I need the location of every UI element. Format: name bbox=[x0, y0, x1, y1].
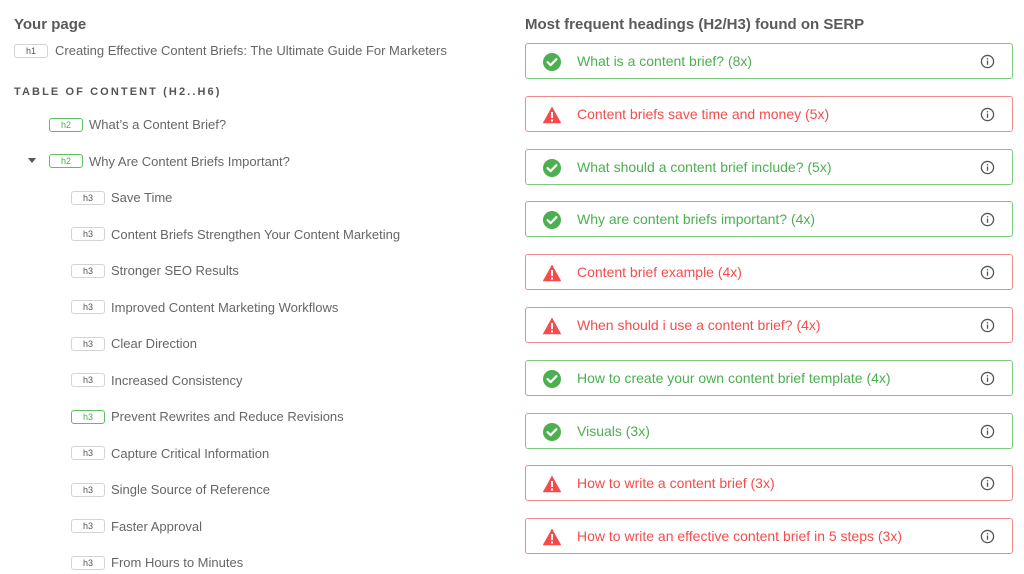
info-circle-icon[interactable] bbox=[980, 107, 995, 122]
info-circle-icon[interactable] bbox=[980, 265, 995, 280]
warning-triangle-icon bbox=[542, 474, 562, 494]
serp-heading-item: How to write a content brief (3x) bbox=[525, 465, 1013, 502]
toc-item-text: Increased Consistency bbox=[111, 372, 243, 388]
caret-down-icon[interactable] bbox=[28, 157, 36, 163]
toc-item-text: From Hours to Minutes bbox=[111, 555, 244, 570]
serp-heading-item: Content brief example (4x) bbox=[525, 254, 1013, 291]
serp-heading-text: What is a content brief? (8x) bbox=[577, 53, 753, 69]
page-h1: h1 Creating Effective Content Briefs: Th… bbox=[14, 43, 447, 58]
serp-heading-text: How to create your own content brief tem… bbox=[577, 369, 891, 386]
info-circle-icon[interactable] bbox=[980, 529, 995, 544]
heading-tag-badge: h1 bbox=[14, 43, 48, 58]
info-circle-icon[interactable] bbox=[980, 212, 995, 227]
toc-item-text: Capture Critical Information bbox=[111, 445, 270, 461]
toc-item-text: Prevent Rewrites and Reduce Revisions bbox=[111, 409, 344, 424]
serp-heading-text: How to write an effective content brief … bbox=[577, 528, 903, 545]
heading-tag-badge: h3 bbox=[71, 519, 105, 533]
check-circle-icon bbox=[542, 369, 562, 389]
serp-heading-item: Visuals (3x) bbox=[525, 412, 1013, 449]
toc-item-text: Save Time bbox=[111, 190, 173, 205]
heading-tag-badge: h3 bbox=[71, 409, 105, 424]
serp-heading-item: Why are content briefs important? (4x) bbox=[525, 201, 1013, 238]
serp-heading-item: When should i use a content brief? (4x) bbox=[525, 307, 1013, 343]
toc-item[interactable]: h3 Content Briefs Strengthen Your Content… bbox=[71, 227, 400, 242]
warning-triangle-icon bbox=[542, 316, 562, 336]
your-page-title: Your page bbox=[14, 16, 87, 33]
serp-heading-text: What should a content brief include? (5x… bbox=[577, 158, 832, 175]
heading-tag-badge: h3 bbox=[71, 190, 105, 205]
heading-tag-badge: h2 bbox=[49, 154, 83, 168]
toc-item[interactable]: h3 Stronger SEO Results bbox=[71, 263, 239, 278]
toc-item[interactable]: h3 Faster Approval bbox=[71, 519, 202, 534]
heading-tag-badge: h3 bbox=[71, 300, 105, 314]
toc-item[interactable]: h2 What’s a Content Brief? bbox=[49, 117, 226, 132]
serp-heading-item: What is a content brief? (8x) bbox=[525, 43, 1013, 79]
serp-heading-item: How to create your own content brief tem… bbox=[525, 359, 1013, 396]
toc-item-text: Improved Content Marketing Workflows bbox=[111, 299, 339, 315]
toc-item[interactable]: h2 Why Are Content Briefs Important? bbox=[28, 153, 290, 169]
warning-triangle-icon bbox=[542, 105, 562, 125]
heading-tag-badge: h3 bbox=[71, 336, 105, 351]
heading-tag-badge: h3 bbox=[71, 446, 105, 460]
heading-tag-badge: h3 bbox=[71, 555, 105, 570]
warning-triangle-icon bbox=[542, 527, 562, 547]
serp-heading-text: Why are content briefs important? (4x) bbox=[577, 211, 816, 228]
serp-heading-item: Content briefs save time and money (5x) bbox=[525, 95, 1013, 132]
heading-tag-badge: h3 bbox=[71, 373, 105, 387]
toc-title: TABLE OF CONTENT (H2..H6) bbox=[14, 86, 222, 98]
toc-item-text: Stronger SEO Results bbox=[111, 263, 239, 278]
serp-headings-title: Most frequent headings (H2/H3) found on … bbox=[525, 16, 865, 33]
serp-heading-text: Content briefs save time and money (5x) bbox=[577, 105, 830, 122]
toc-item-text: Content Briefs Strengthen Your Content M… bbox=[111, 226, 401, 242]
check-circle-icon bbox=[542, 158, 562, 178]
heading-tag-badge: h3 bbox=[71, 482, 105, 497]
toc-item-text: Faster Approval bbox=[111, 518, 203, 534]
toc-item[interactable]: h3 Clear Direction bbox=[71, 336, 197, 351]
info-circle-icon[interactable] bbox=[980, 424, 995, 439]
toc-item[interactable]: h3 From Hours to Minutes bbox=[71, 555, 243, 570]
toc-item-text: Single Source of Reference bbox=[111, 482, 270, 497]
warning-triangle-icon bbox=[542, 263, 562, 283]
heading-tag-badge: h2 bbox=[49, 117, 83, 132]
info-circle-icon[interactable] bbox=[980, 54, 995, 69]
toc-item[interactable]: h3 Save Time bbox=[71, 190, 172, 205]
check-circle-icon bbox=[542, 422, 562, 442]
info-circle-icon[interactable] bbox=[980, 476, 995, 491]
heading-tag-badge: h3 bbox=[71, 263, 105, 278]
serp-heading-text: Content brief example (4x) bbox=[577, 264, 742, 281]
toc-item[interactable]: h3 Capture Critical Information bbox=[71, 446, 269, 461]
info-circle-icon[interactable] bbox=[980, 318, 995, 333]
toc-item-text: Clear Direction bbox=[111, 336, 197, 351]
serp-heading-item: How to write an effective content brief … bbox=[525, 518, 1013, 555]
info-circle-icon[interactable] bbox=[980, 371, 995, 386]
toc-item[interactable]: h3 Improved Content Marketing Workflows bbox=[71, 300, 338, 315]
page-h1-text: Creating Effective Content Briefs: The U… bbox=[55, 43, 447, 58]
serp-heading-text: Visuals (3x) bbox=[577, 422, 650, 439]
serp-heading-text: How to write a content brief (3x) bbox=[577, 475, 775, 492]
check-circle-icon bbox=[542, 52, 562, 72]
info-circle-icon[interactable] bbox=[980, 160, 995, 175]
toc-item[interactable]: h3 Increased Consistency bbox=[71, 373, 243, 388]
check-circle-icon bbox=[542, 210, 562, 230]
toc-item[interactable]: h3 Single Source of Reference bbox=[71, 482, 270, 497]
serp-heading-item: What should a content brief include? (5x… bbox=[525, 148, 1013, 185]
toc-item-text: What’s a Content Brief? bbox=[89, 117, 227, 132]
heading-tag-badge: h3 bbox=[71, 227, 105, 241]
toc-item-text: Why Are Content Briefs Important? bbox=[89, 153, 290, 169]
serp-heading-text: When should i use a content brief? (4x) bbox=[577, 317, 821, 333]
toc-item[interactable]: h3 Prevent Rewrites and Reduce Revisions bbox=[71, 409, 344, 424]
